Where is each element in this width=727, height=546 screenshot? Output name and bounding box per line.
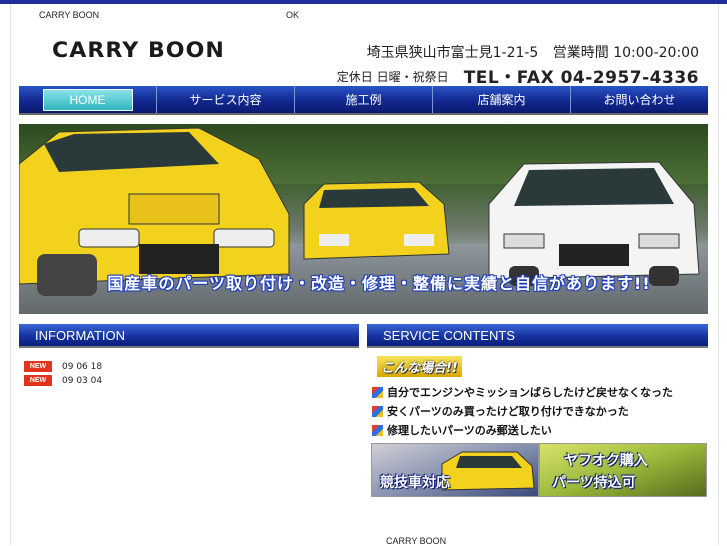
nav-store-label: 店舗案内 — [477, 93, 526, 107]
business-hours: 営業時間 10:00-20:00 — [552, 45, 699, 61]
information-title-bar: INFORMATION — [19, 324, 359, 348]
nav-works-label: 施工例 — [345, 93, 382, 107]
auction-label: ヤフオク購入 — [564, 453, 648, 469]
cube-icon — [372, 405, 383, 417]
news-date: 09 03 04 — [62, 375, 103, 386]
case-item: 自分でエンジンやミッションばらしたけど戻せなくなった — [372, 384, 673, 400]
hero-caption: 国産車のパーツ取り付け・改造・修理・整備に実績と自信があります!! — [107, 274, 651, 293]
news-date: 09 06 18 — [62, 361, 103, 372]
contact-line: 定休日 日曜・祝祭日 TEL・FAX 04-2957-4336 — [337, 63, 699, 88]
nav-service-label: サービス内容 — [189, 93, 262, 107]
hero-banner: 国産車のパーツ取り付け・改造・修理・整備に実績と自信があります!! — [19, 124, 708, 314]
case-text: 安くパーツのみ買ったけど取り付けできなかった — [387, 405, 629, 418]
site-name-text: CARRY BOON — [39, 10, 100, 20]
cube-icon — [372, 386, 383, 398]
news-item[interactable]: NEW 09 03 04 — [24, 375, 102, 386]
race-car-banner[interactable]: 競技車対応 — [371, 443, 539, 497]
case-item: 修理したいパーツのみ郵送したい — [372, 422, 552, 438]
address-hours: 埼玉県狭山市富士見1-21-5 営業時間 10:00-20:00 — [367, 42, 699, 62]
nav-contact[interactable]: お問い合わせ — [571, 86, 708, 113]
race-car-label: 競技車対応 — [380, 475, 450, 491]
holiday-text: 定休日 日曜・祝祭日 — [336, 70, 449, 84]
ok-text: OK — [286, 10, 300, 20]
parts-label: パーツ持込可 — [552, 475, 636, 491]
case-heading: こんな場合!! — [377, 356, 462, 377]
news-item[interactable]: NEW 09 06 18 — [24, 361, 102, 372]
service-title-bar: SERVICE CONTENTS — [367, 324, 708, 348]
case-item: 安くパーツのみ買ったけど取り付けできなかった — [372, 403, 629, 419]
nav-service[interactable]: サービス内容 — [157, 86, 295, 113]
tel-fax: TEL・FAX 04-2957-4336 — [463, 68, 699, 88]
nav-home[interactable]: HOME — [19, 86, 157, 113]
case-text: 修理したいパーツのみ郵送したい — [387, 424, 552, 437]
new-badge: NEW — [24, 361, 52, 372]
nav-store[interactable]: 店舗案内 — [433, 86, 571, 113]
case-text: 自分でエンジンやミッションばらしたけど戻せなくなった — [387, 386, 673, 399]
nav-works[interactable]: 施工例 — [295, 86, 433, 113]
new-badge: NEW — [24, 375, 52, 386]
auction-parts-banner[interactable]: ヤフオク購入 パーツ持込可 — [539, 443, 707, 497]
nav-contact-label: お問い合わせ — [603, 93, 676, 107]
nav-home-label: HOME — [42, 88, 133, 111]
cube-icon — [372, 424, 383, 436]
main-nav: HOME サービス内容 施工例 店舗案内 お問い合わせ — [19, 86, 708, 115]
logo[interactable]: CARRY BOON — [52, 38, 225, 62]
address: 埼玉県狭山市富士見1-21-5 — [366, 45, 539, 61]
